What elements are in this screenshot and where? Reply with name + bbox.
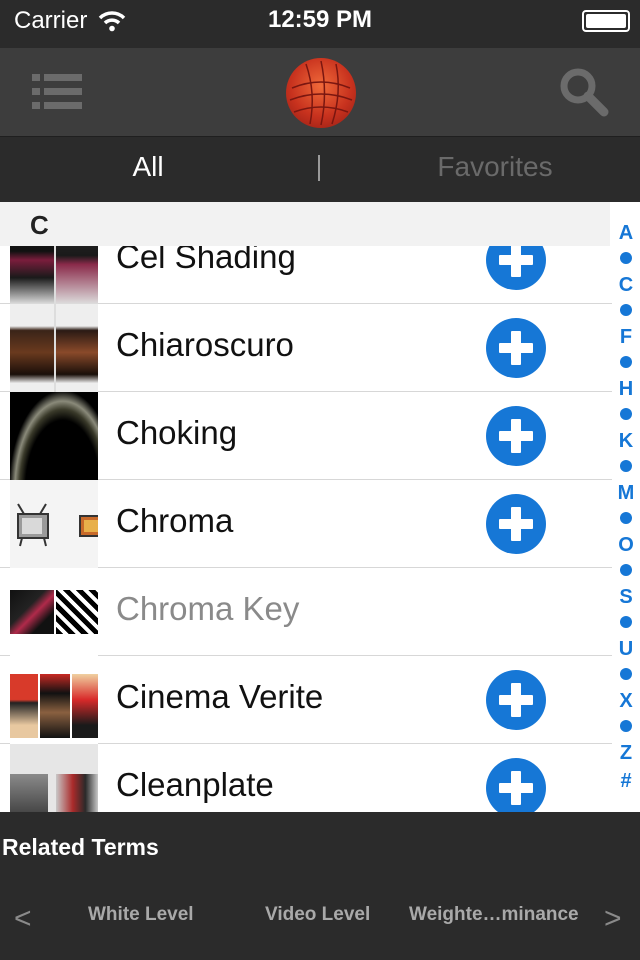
term-thumbnail	[10, 744, 98, 812]
tab-favorites[interactable]: Favorites	[410, 151, 580, 183]
section-header: C	[0, 202, 610, 246]
term-title: Cinema Verite	[116, 678, 324, 715]
segmented-tabs: All Favorites	[0, 136, 640, 202]
section-letter: C	[30, 210, 49, 240]
globe-logo-icon	[286, 58, 356, 128]
list-icon	[32, 74, 82, 109]
term-rows: Cel Shading Chiaroscuro Choking Chroma C…	[0, 216, 612, 812]
term-title: Chroma	[116, 502, 234, 539]
list-item[interactable]: Chiaroscuro	[0, 304, 612, 392]
index-dot[interactable]	[620, 252, 632, 264]
add-favorite-button[interactable]	[486, 758, 546, 812]
nav-bar	[0, 48, 640, 136]
term-title: Chiaroscuro	[116, 326, 294, 363]
index-letter-h[interactable]: H	[612, 378, 640, 401]
index-letter-s[interactable]: S	[612, 586, 640, 609]
add-favorite-button[interactable]	[486, 318, 546, 378]
tab-separator	[318, 155, 320, 181]
alphabet-index[interactable]: A C F H K M O S U X Z #	[612, 202, 640, 812]
search-button[interactable]	[556, 66, 616, 118]
search-icon	[560, 68, 609, 117]
index-letter-c[interactable]: C	[612, 274, 640, 297]
index-dot[interactable]	[620, 564, 632, 576]
index-dot[interactable]	[620, 304, 632, 316]
index-dot[interactable]	[620, 616, 632, 628]
index-dot[interactable]	[620, 512, 632, 524]
related-term-link[interactable]: Video Level	[265, 904, 370, 926]
battery-icon	[582, 10, 630, 32]
list-item[interactable]: Chroma	[0, 480, 612, 568]
related-term-link[interactable]: Weighte…minance	[409, 904, 579, 926]
term-thumbnail	[10, 656, 98, 744]
term-list[interactable]: Cel Shading Chiaroscuro Choking Chroma C…	[0, 202, 640, 812]
term-thumbnail	[10, 304, 98, 392]
index-letter-z[interactable]: Z	[612, 742, 640, 765]
add-favorite-button[interactable]	[486, 494, 546, 554]
index-letter-k[interactable]: K	[612, 430, 640, 453]
index-letter-hash[interactable]: #	[612, 770, 640, 793]
term-title: Choking	[116, 414, 238, 451]
index-dot[interactable]	[620, 668, 632, 680]
add-favorite-button[interactable]	[486, 670, 546, 730]
term-thumbnail	[10, 480, 98, 568]
index-dot[interactable]	[620, 460, 632, 472]
add-favorite-button[interactable]	[486, 406, 546, 466]
term-title: Chroma Key	[116, 590, 300, 627]
term-thumbnail	[10, 568, 98, 656]
related-term-link[interactable]: White Level	[88, 904, 194, 926]
term-title: Cleanplate	[116, 766, 274, 803]
index-letter-x[interactable]: X	[612, 690, 640, 713]
index-dot[interactable]	[620, 720, 632, 732]
list-item[interactable]: Cinema Verite	[0, 656, 612, 744]
index-dot[interactable]	[620, 408, 632, 420]
related-terms-panel: Related Terms < White Level Video Level …	[0, 812, 640, 960]
index-letter-a[interactable]: A	[612, 222, 640, 245]
list-item[interactable]: Cleanplate	[0, 744, 612, 812]
menu-button[interactable]	[24, 68, 90, 116]
index-letter-o[interactable]: O	[612, 534, 640, 557]
index-dot[interactable]	[620, 356, 632, 368]
chevron-left-icon[interactable]: <	[14, 902, 32, 936]
status-bar: Carrier 12:59 PM	[0, 0, 640, 40]
chevron-right-icon[interactable]: >	[604, 902, 622, 936]
list-item[interactable]: Chroma Key	[0, 568, 612, 656]
index-letter-u[interactable]: U	[612, 638, 640, 661]
index-letter-f[interactable]: F	[612, 326, 640, 349]
clock-label: 12:59 PM	[267, 6, 373, 33]
term-thumbnail	[10, 392, 98, 480]
tab-all[interactable]: All	[98, 151, 198, 183]
related-terms-title: Related Terms	[2, 834, 159, 860]
index-letter-m[interactable]: M	[612, 482, 640, 505]
list-item[interactable]: Choking	[0, 392, 612, 480]
